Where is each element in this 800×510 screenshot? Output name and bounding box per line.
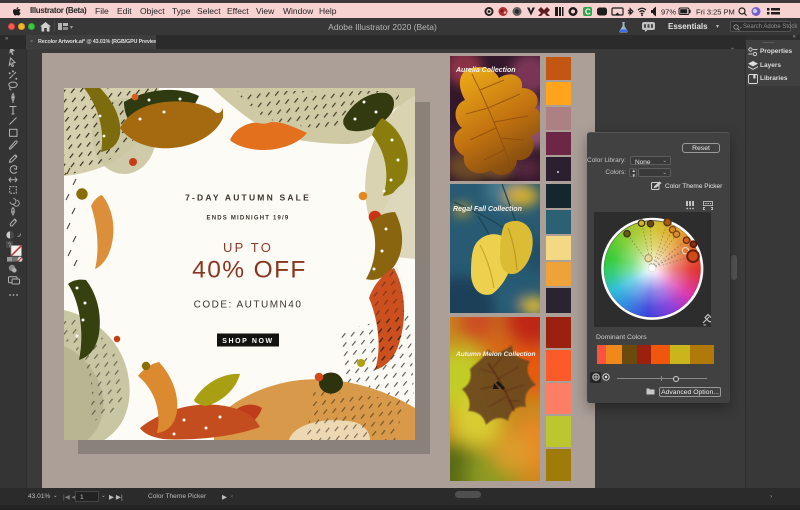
- svg-text:UP TO: UP TO: [223, 240, 273, 255]
- svg-text:Regal Fall Collection: Regal Fall Collection: [453, 206, 522, 213]
- svg-text:Autumn Melon Collection: Autumn Melon Collection: [455, 351, 536, 358]
- svg-text:40% OFF: 40% OFF: [192, 257, 307, 284]
- svg-text:Fri 3:25 PM: Fri 3:25 PM: [696, 8, 735, 17]
- svg-text:SHOP NOW: SHOP NOW: [222, 338, 274, 345]
- svg-text:C: C: [585, 8, 591, 17]
- svg-text:ENDS MIDNIGHT 19/9: ENDS MIDNIGHT 19/9: [207, 215, 290, 221]
- svg-text:97%: 97%: [661, 8, 676, 17]
- svg-text:7-DAY AUTUMN SALE: 7-DAY AUTUMN SALE: [185, 193, 311, 203]
- svg-text:Aurelia Collection: Aurelia Collection: [455, 67, 516, 74]
- svg-text:CODE: AUTUMN40: CODE: AUTUMN40: [194, 300, 303, 311]
